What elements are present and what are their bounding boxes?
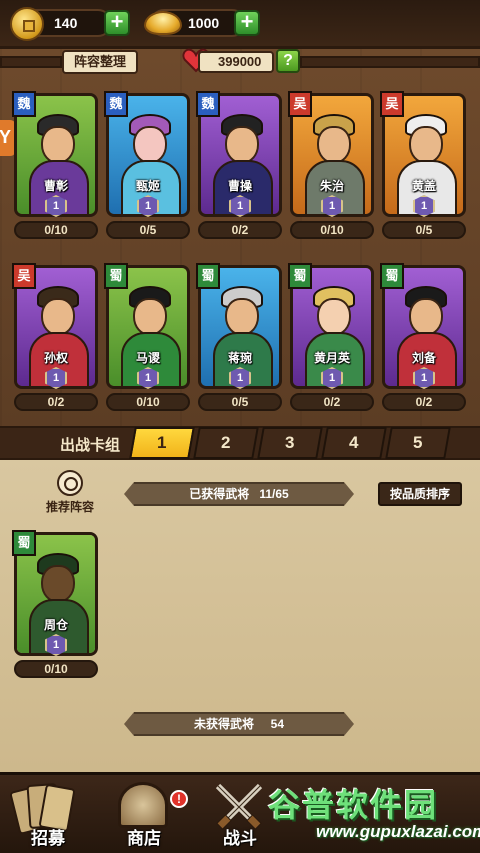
help-button[interactable]: ? (276, 49, 300, 73)
hero-name: 黄月英 (313, 351, 350, 365)
hero-name: 黄盖 (411, 179, 436, 193)
hero-shard-count: 0/2 (14, 393, 98, 411)
obtained-label: 已获得武将 (189, 487, 250, 501)
hero-name: 曹彰 (43, 179, 68, 193)
unobtained-heroes-header: 未获得武将 54 (124, 712, 354, 736)
deck-tab-label: 5 (413, 433, 423, 452)
unobtained-count: 54 (270, 717, 285, 731)
watermark-url: www.gupuxlazai.com (316, 822, 480, 841)
hero-card[interactable]: 蜀 黄月英 1 0/2 (288, 263, 374, 415)
coin-value: 140 (54, 15, 78, 31)
deck-tab-label: 3 (285, 433, 295, 452)
recommend-lineup-button[interactable]: 推荐阵容 (40, 470, 100, 516)
gold-counter: 1000 (144, 9, 246, 37)
hero-name: 马谡 (135, 351, 160, 365)
hero-card[interactable]: 蜀 马谡 1 0/10 (104, 263, 190, 415)
deck-label: 出战卡组 (60, 437, 121, 454)
hero-card[interactable]: 吴 朱治 1 0/10 (288, 91, 374, 243)
gold-value: 1000 (188, 15, 220, 31)
faction-badge: 蜀 (104, 263, 128, 289)
add-gold-button[interactable]: + (234, 10, 260, 36)
hero-shard-count: 0/2 (382, 393, 466, 411)
nav-shop-label: 商店 (127, 829, 161, 848)
hero-shard-count: 0/10 (290, 221, 374, 239)
hero-card[interactable]: 魏 曹操 1 0/2 (196, 91, 282, 243)
add-coins-button[interactable]: + (104, 10, 130, 36)
hero-card[interactable]: 吴 黄盖 1 0/5 (380, 91, 466, 243)
hero-name: 周仓 (43, 618, 68, 632)
hero-card[interactable]: 魏 甄姬 1 0/5 (104, 91, 190, 243)
deck-tab-2[interactable]: 2 (193, 427, 259, 459)
watermark-title: 谷普软件园 (268, 787, 439, 823)
faction-badge: 魏 (104, 91, 128, 117)
hero-name: 蒋琬 (227, 351, 252, 365)
hero-card[interactable]: 蜀 刘备 1 0/2 (380, 263, 466, 415)
deck-tab-1[interactable]: 1 (129, 427, 195, 459)
faction-badge: 魏 (196, 91, 220, 117)
hero-name: 甄姬 (135, 179, 160, 193)
hero-shard-count: 0/10 (14, 660, 98, 678)
hero-card[interactable]: 魏 曹彰 1 0/10 (12, 91, 98, 243)
deck-tab-label: 1 (157, 433, 167, 452)
faction-badge: 蜀 (12, 530, 36, 556)
obtained-count: 11/65 (259, 487, 289, 501)
deck-tab-label: 4 (349, 433, 359, 452)
hero-name: 曹操 (227, 179, 252, 193)
unobtained-label: 未获得武将 (193, 717, 254, 731)
nav-recruit[interactable]: 招募 (0, 772, 96, 853)
shop-notification-badge: ! (170, 790, 188, 808)
deck-tab-5[interactable]: 5 (385, 427, 451, 459)
watermark: 谷普软件园 www.gupuxlazai.com (262, 780, 480, 850)
gold-ingot-icon (144, 11, 182, 35)
faction-badge: 吴 (288, 91, 312, 117)
faction-badge: 蜀 (288, 263, 312, 289)
hero-name: 朱治 (319, 179, 344, 193)
banner-decoration-left (0, 56, 62, 68)
faction-badge: 蜀 (380, 263, 404, 289)
faction-badge: 吴 (380, 91, 404, 117)
obtained-heroes-header: 已获得武将 11/65 (124, 482, 354, 506)
magnifier-icon (57, 470, 83, 496)
faction-badge: 蜀 (196, 263, 220, 289)
shop-icon (118, 782, 168, 828)
hero-shard-count: 0/10 (106, 393, 190, 411)
coin-counter: 140 (10, 7, 112, 41)
resource-bar: 140 + 1000 + (0, 0, 480, 46)
hero-name: 孙权 (43, 351, 68, 365)
hero-name: 刘备 (411, 351, 436, 365)
power-value: 399000 (198, 51, 274, 73)
hero-shard-count: 0/2 (198, 221, 282, 239)
hero-card[interactable]: 蜀 蒋琬 1 0/5 (196, 263, 282, 415)
sort-by-quality-button[interactable]: 按品质排序 (378, 482, 462, 506)
nav-recruit-label: 招募 (31, 829, 65, 848)
hero-shard-count: 0/5 (106, 221, 190, 239)
hero-shard-count: 0/2 (290, 393, 374, 411)
hero-card[interactable]: 吴 孙权 1 0/2 (12, 263, 98, 415)
deck-tab-3[interactable]: 3 (257, 427, 323, 459)
hero-card[interactable]: 蜀 周仓 1 0/10 (12, 530, 98, 682)
deck-tab-label: 2 (221, 433, 231, 452)
deck-tab-4[interactable]: 4 (321, 427, 387, 459)
recommend-lineup-label: 推荐阵容 (45, 500, 94, 514)
nav-shop[interactable]: 商店 (96, 772, 192, 853)
hero-shard-count: 0/5 (382, 221, 466, 239)
hero-shard-count: 0/5 (198, 393, 282, 411)
banner-decoration-right (300, 56, 480, 68)
hero-shard-count: 0/10 (14, 221, 98, 239)
faction-badge: 魏 (12, 91, 36, 117)
faction-badge: 吴 (12, 263, 36, 289)
lineup-tab[interactable]: 阵容整理 (62, 50, 138, 74)
coin-icon (10, 7, 44, 41)
